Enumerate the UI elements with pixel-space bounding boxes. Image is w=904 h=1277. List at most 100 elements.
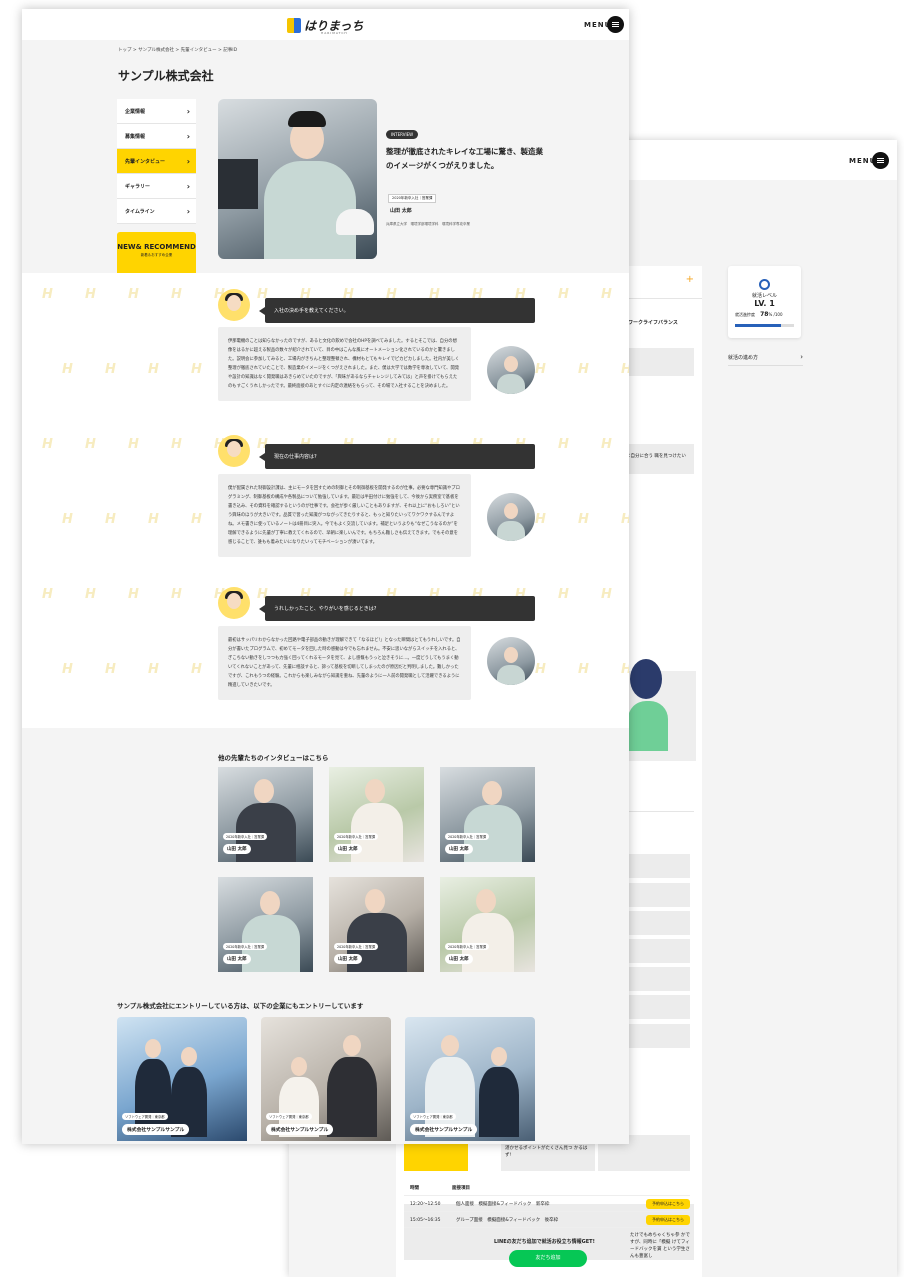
schedule-row: 15:05〜16:35 グループ面接 模擬面接&フィードバック 後卒枠 予約申込はこ…: [404, 1212, 690, 1228]
logo-subtext: HARIMATCH: [321, 31, 348, 35]
line-button-label: 友だち追加: [535, 1255, 561, 1261]
pattern-h-icon: H: [148, 362, 159, 377]
interview-photo: [218, 99, 377, 259]
question-bubble: うれしかったこと、やりがいを感じるときは?: [259, 596, 535, 621]
pattern-h-icon: H: [105, 662, 116, 677]
site-logo[interactable]: はりまっち HARIMATCH: [287, 16, 364, 35]
new-recommend-title: NEW& RECOMMEND: [117, 243, 196, 251]
guide-link[interactable]: 就活の進め方 ›: [728, 353, 803, 366]
company-card[interactable]: ソフトウェア開発｜東京都 株式会社サンプルサンプル: [117, 1017, 247, 1141]
interview-card[interactable]: 2020年新卒入社｜営業課 山田 太郎: [218, 767, 313, 862]
company-name: 株式会社サンプルサンプル: [410, 1124, 478, 1135]
pattern-h-icon: H: [558, 287, 569, 302]
site-header: はりまっち HARIMATCH MENU: [22, 9, 629, 40]
pattern-h-icon: H: [85, 287, 96, 302]
interview-card[interactable]: 2020年新卒入社｜営業課 山田 太郎: [329, 877, 424, 972]
company-card[interactable]: ソフトウェア開発｜東京都株式会社サンプルサンプル: [405, 1017, 535, 1141]
interview-headline: 整理が徹底されたキレイな工場に驚き、製造業のイメージがくつがえりました。: [386, 147, 543, 170]
progress-row: 就活進捗度 78% /100: [728, 311, 801, 318]
pattern-h-icon: H: [191, 512, 202, 527]
pattern-h-icon: H: [578, 362, 589, 377]
interview-card[interactable]: 2020年新卒入社｜営業課 山田 太郎: [218, 877, 313, 972]
level-title: 就活レベル: [751, 293, 777, 299]
back-heading: ワークライフバランス: [628, 320, 678, 326]
card-name: 山田 太郎: [334, 954, 362, 964]
pattern-h-icon: H: [601, 437, 612, 452]
pattern-h-icon: H: [621, 512, 629, 527]
interview-card[interactable]: 2020年新卒入社｜営業課 山田 太郎: [440, 877, 535, 972]
pattern-h-icon: H: [171, 437, 182, 452]
interview-badge: INTERVIEW: [386, 130, 419, 139]
interview-school: 兵庫県立大学 環境学部環境学科 環境科学専攻卒業: [386, 222, 470, 226]
interviewee-avatar: [487, 493, 535, 541]
pattern-h-icon: H: [105, 362, 116, 377]
side-nav-item-active[interactable]: 先輩インタビュー: [117, 149, 196, 174]
pattern-h-icon: H: [558, 437, 569, 452]
pattern-h-icon: H: [85, 587, 96, 602]
card-tag: 2020年新卒入社｜営業課: [223, 943, 268, 950]
pattern-h-icon: H: [535, 362, 546, 377]
progress-label: 就活進捗度: [735, 312, 755, 317]
pattern-h-icon: H: [171, 287, 182, 302]
card-name: 山田 太郎: [445, 844, 473, 854]
answer-bubble: 最初はサッパリわからなかった回路や電子部品の動きが理解できて「なるほど!」となっ…: [218, 626, 471, 700]
card-name: 山田 太郎: [334, 844, 362, 854]
pattern-h-icon: H: [62, 362, 73, 377]
card-tag: 2020年新卒入社｜営業課: [445, 943, 490, 950]
progress-bar: [735, 324, 794, 327]
reserve-button[interactable]: 予約申込はこちら: [646, 1214, 690, 1225]
reserve-button[interactable]: 予約申込はこちら: [646, 1198, 690, 1209]
pattern-h-icon: H: [148, 662, 159, 677]
pattern-h-icon: H: [148, 512, 159, 527]
pattern-h-icon: H: [85, 437, 96, 452]
card-name: 山田 太郎: [223, 844, 251, 854]
new-recommend-banner[interactable]: NEW& RECOMMEND 新着＆おすすめ企業: [117, 232, 196, 279]
pattern-h-icon: H: [62, 512, 73, 527]
col-time: 時間: [410, 1185, 419, 1191]
breadcrumb[interactable]: トップ > サンプル株式会社 > 先輩インタビュー > 記事ID: [118, 47, 237, 53]
pattern-h-icon: H: [191, 662, 202, 677]
side-nav-item[interactable]: ギャラリー: [117, 174, 196, 199]
pattern-h-icon: H: [621, 362, 629, 377]
level-card: 就活レベル LV. 1 就活進捗度 78% /100: [728, 266, 801, 338]
side-nav-label: ギャラリー: [125, 183, 151, 190]
plus-icon[interactable]: +: [686, 274, 694, 285]
row-time: 15:05〜16:35: [410, 1217, 441, 1223]
menu-button[interactable]: [607, 16, 624, 33]
company-card[interactable]: ソフトウェア開発｜東京都 株式会社サンプルサンプル: [261, 1017, 391, 1141]
interview-card[interactable]: 2020年新卒入社｜営業課 山田 太郎: [440, 767, 535, 862]
level-value: LV. 1: [754, 299, 775, 308]
page-title: サンプル株式会社: [118, 69, 214, 83]
pattern-h-icon: H: [128, 287, 139, 302]
interviewer-avatar: [218, 587, 250, 619]
side-nav-label: 先輩インタビュー: [125, 158, 166, 165]
col-content: 面接項目: [452, 1185, 470, 1191]
line-text: LINEの友だち追加で就活お役立ち情報GET!: [494, 1239, 595, 1245]
pattern-h-icon: H: [62, 662, 73, 677]
pattern-h-icon: H: [578, 512, 589, 527]
company-tag: ソフトウェア開発｜東京都: [122, 1113, 168, 1120]
interviewer-avatar: [218, 289, 250, 321]
side-nav-item[interactable]: タイムライン: [117, 199, 196, 224]
pattern-h-icon: H: [578, 662, 589, 677]
pattern-h-icon: H: [42, 287, 53, 302]
pattern-h-icon: H: [128, 587, 139, 602]
side-nav-item[interactable]: 企業情報: [117, 99, 196, 124]
side-nav-label: タイムライン: [125, 208, 155, 215]
line-add-button[interactable]: 友だち追加: [509, 1250, 587, 1267]
pattern-h-icon: H: [535, 512, 546, 527]
guide-link-label: 就活の進め方: [728, 355, 759, 361]
company-name: 株式会社サンプルサンプル: [266, 1124, 334, 1135]
side-nav-item[interactable]: 募集情報: [117, 124, 196, 149]
interview-card[interactable]: 2020年新卒入社｜営業課 山田 太郎: [329, 767, 424, 862]
new-recommend-sub: 新着＆おすすめ企業: [140, 253, 173, 257]
back-menu-button[interactable]: [872, 152, 889, 169]
interviewer-avatar: [218, 435, 250, 467]
card-tag: 2020年新卒入社｜営業課: [445, 833, 490, 840]
side-nav-label: 企業情報: [125, 108, 146, 115]
company-tag: ソフトウェア開発｜東京都: [410, 1113, 456, 1120]
interview-tag: 2020年新卒入社｜営業課: [388, 194, 437, 203]
card-name: 山田 太郎: [223, 954, 251, 964]
answer-bubble: 僕が配属された制御設計課は、主にモータを回すための制御とその制御基板を開発するの…: [218, 474, 471, 557]
schedule-row: 12:20〜12:50 個人面接 模擬面接&フィードバック 新卒枠 予約申込はこちら: [404, 1196, 690, 1212]
